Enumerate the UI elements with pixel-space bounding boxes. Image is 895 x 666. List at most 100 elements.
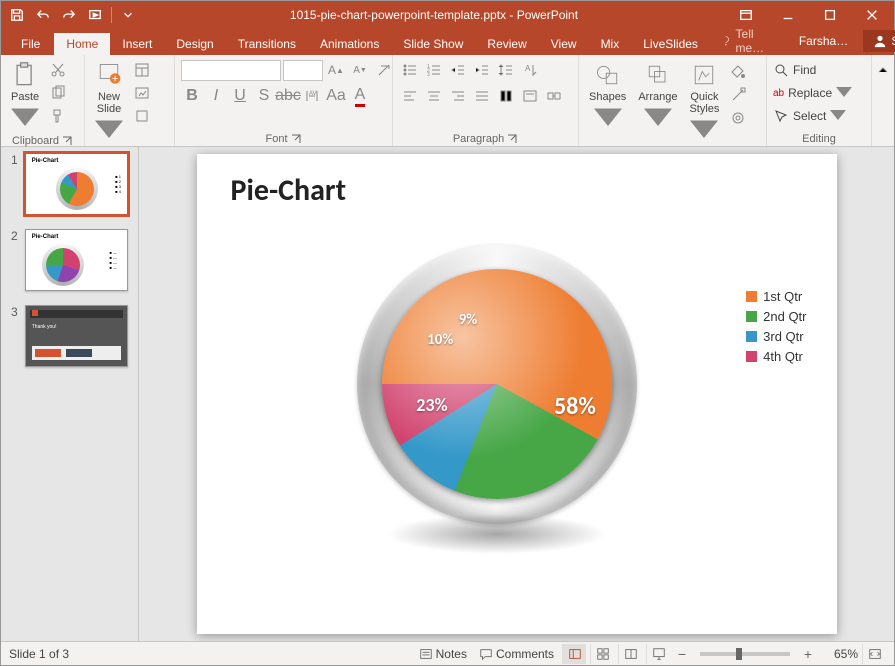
sorter-view-icon[interactable] [590, 644, 614, 664]
legend-label: 3rd Qtr [763, 329, 803, 344]
chart-legend[interactable]: 1st Qtr 2nd Qtr 3rd Qtr 4th Qtr [746, 284, 806, 369]
legend-item[interactable]: 1st Qtr [746, 289, 806, 304]
signed-in-user[interactable]: Farshad I… [791, 34, 859, 48]
redo-icon[interactable] [59, 5, 79, 25]
start-from-beginning-icon[interactable] [85, 5, 105, 25]
shapes-button[interactable]: Shapes [585, 59, 630, 135]
normal-view-icon[interactable] [562, 644, 586, 664]
shape-outline-icon[interactable] [727, 84, 749, 106]
tab-design[interactable]: Design [164, 33, 225, 55]
legend-item[interactable]: 4th Qtr [746, 349, 806, 364]
tell-me-search[interactable]: Tell me… [710, 27, 787, 55]
undo-icon[interactable] [33, 5, 53, 25]
pie-slice-label: 58% [554, 392, 596, 421]
align-text-icon[interactable] [519, 85, 541, 107]
font-dialog-launcher-icon[interactable] [290, 133, 302, 145]
slide-thumb-1[interactable]: Pie-Chart ■ 1■ 2■ 3■ 4 [25, 153, 128, 215]
slideshow-view-icon[interactable] [646, 644, 670, 664]
font-color-icon[interactable]: A [349, 85, 371, 107]
ribbon-display-options-icon[interactable] [726, 3, 766, 27]
zoom-percent[interactable]: 65% [820, 647, 858, 661]
clear-formatting-icon[interactable] [373, 59, 395, 81]
quick-styles-button[interactable]: Quick Styles [685, 59, 723, 147]
increase-font-icon[interactable]: A▲ [325, 59, 347, 81]
tab-file[interactable]: File [7, 33, 54, 55]
legend-item[interactable]: 3rd Qtr [746, 329, 806, 344]
tab-animations[interactable]: Animations [308, 33, 391, 55]
tab-liveslides[interactable]: LiveSlides [631, 33, 710, 55]
maximize-icon[interactable] [810, 3, 850, 27]
shadow-icon[interactable]: S [253, 85, 275, 107]
shape-fill-icon[interactable] [727, 61, 749, 83]
char-spacing-icon[interactable]: AV [301, 85, 323, 107]
shape-effects-icon[interactable] [727, 107, 749, 129]
bullets-icon[interactable] [399, 59, 421, 81]
italic-icon[interactable]: I [205, 85, 227, 107]
fit-window-icon[interactable] [862, 644, 886, 664]
group-paragraph: 123 A Paragraph [393, 55, 579, 146]
collapse-ribbon-icon[interactable] [872, 59, 894, 81]
line-spacing-icon[interactable] [495, 59, 517, 81]
save-icon[interactable] [7, 5, 27, 25]
justify-icon[interactable] [471, 85, 493, 107]
share-button[interactable]: Share [863, 30, 895, 52]
slide-title[interactable]: Pie-Chart [231, 172, 346, 209]
reading-view-icon[interactable] [618, 644, 642, 664]
decrease-font-icon[interactable]: A▼ [349, 59, 371, 81]
legend-swatch [746, 311, 757, 322]
zoom-slider[interactable] [700, 652, 790, 656]
increase-indent-icon[interactable] [471, 59, 493, 81]
reset-icon[interactable] [131, 82, 153, 104]
new-slide-button[interactable]: New Slide [91, 59, 127, 147]
slide-editor[interactable]: Pie-Chart 58%23%10%9% 1st Qtr 2nd Qtr 3rd … [139, 147, 894, 641]
decrease-indent-icon[interactable] [447, 59, 469, 81]
qat-more-icon[interactable] [118, 5, 138, 25]
zoom-in-icon[interactable]: + [800, 646, 816, 662]
statusbar: Slide 1 of 3 Notes Comments − + 65% [1, 641, 894, 665]
tab-mix[interactable]: Mix [589, 33, 632, 55]
align-center-icon[interactable] [423, 85, 445, 107]
underline-icon[interactable]: U [229, 85, 251, 107]
slide-thumb-2[interactable]: Pie-Chart ■ —■ —■ —■ — [25, 229, 128, 291]
tab-view[interactable]: View [539, 33, 589, 55]
tab-insert[interactable]: Insert [110, 33, 164, 55]
comments-button[interactable]: Comments [475, 647, 558, 661]
copy-icon[interactable] [47, 82, 69, 104]
section-icon[interactable] [131, 105, 153, 127]
cut-icon[interactable] [47, 59, 69, 81]
paste-button[interactable]: Paste [7, 59, 43, 135]
numbering-icon[interactable]: 123 [423, 59, 445, 81]
slide-thumb-3[interactable]: Thank you! [25, 305, 128, 367]
replace-button[interactable]: ab Replace [773, 82, 852, 104]
layout-icon[interactable] [131, 59, 153, 81]
legend-item[interactable]: 2nd Qtr [746, 309, 806, 324]
tab-slideshow[interactable]: Slide Show [391, 33, 475, 55]
tab-transitions[interactable]: Transitions [226, 33, 308, 55]
smartart-icon[interactable] [543, 85, 565, 107]
strikethrough-icon[interactable]: abc [277, 85, 299, 107]
paragraph-dialog-launcher-icon[interactable] [506, 133, 518, 145]
arrange-button[interactable]: Arrange [634, 59, 681, 135]
format-painter-icon[interactable] [47, 105, 69, 127]
zoom-out-icon[interactable]: − [674, 646, 690, 662]
slide-thumbnails-pane[interactable]: 1 Pie-Chart ■ 1■ 2■ 3■ 4 2 Pie-Chart ■ —… [1, 147, 139, 641]
align-right-icon[interactable] [447, 85, 469, 107]
font-name-combo[interactable] [181, 60, 281, 81]
minimize-icon[interactable] [768, 3, 808, 27]
select-button[interactable]: Select [773, 105, 846, 127]
find-button[interactable]: Find [773, 59, 816, 81]
font-size-combo[interactable] [283, 60, 323, 81]
clipboard-dialog-launcher-icon[interactable] [61, 135, 73, 147]
text-direction-icon[interactable]: A [519, 59, 541, 81]
change-case-icon[interactable]: Aa [325, 85, 347, 107]
close-icon[interactable] [852, 3, 892, 27]
align-left-icon[interactable] [399, 85, 421, 107]
slide-canvas[interactable]: Pie-Chart 58%23%10%9% 1st Qtr 2nd Qtr 3rd … [197, 154, 837, 634]
tab-home[interactable]: Home [54, 33, 110, 55]
notes-button[interactable]: Notes [415, 647, 471, 661]
slide-indicator[interactable]: Slide 1 of 3 [9, 647, 69, 661]
bold-icon[interactable]: B [181, 85, 203, 107]
tab-review[interactable]: Review [475, 33, 538, 55]
columns-icon[interactable] [495, 85, 517, 107]
pie-chart[interactable]: 58%23%10%9% [357, 244, 637, 524]
